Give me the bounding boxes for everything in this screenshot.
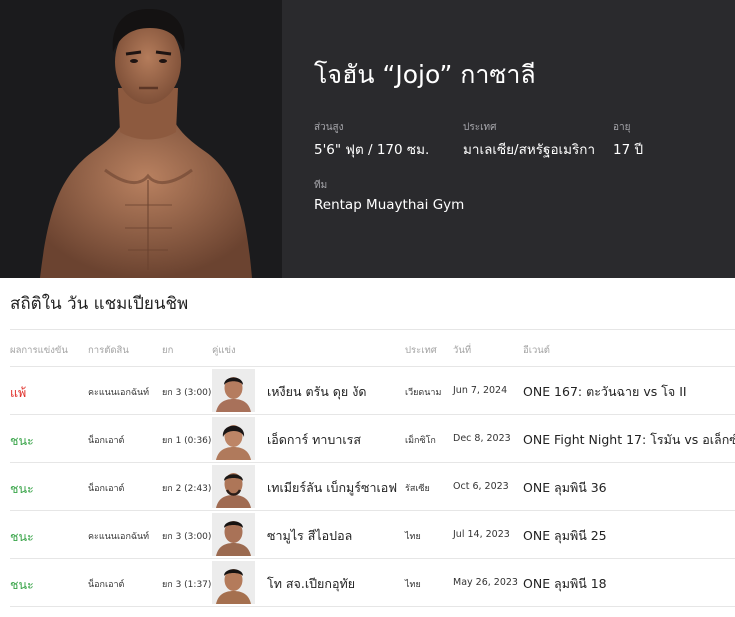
result-text: ชนะ <box>10 433 34 448</box>
method-text: น็อกเอาต์ <box>88 436 125 446</box>
event-link[interactable]: ONE Fight Night 17: โรมัน vs อเล็กซ์ <box>523 430 735 450</box>
method-text: คะแนนเอกฉันท์ <box>88 388 150 398</box>
round-text: ยก 3 (3:00) <box>162 388 212 398</box>
country-text: เม็กซิโก <box>405 436 436 446</box>
opponent-avatar[interactable] <box>212 417 255 460</box>
country-text: รัสเซีย <box>405 484 430 494</box>
result-text: ชนะ <box>10 529 34 544</box>
stats-title: สถิติใน วัน แชมเปียนชิพ <box>10 294 189 314</box>
fighter-hero: โจฮัน “Jojo” กาซาลี ส่วนสูง 5'6" ฟุต / 1… <box>0 0 735 278</box>
round-text: ยก 3 (3:00) <box>162 532 212 542</box>
table-row[interactable]: ชนะ น็อกเอาต์ ยก 3 (1:37) โท สจ.เปียกอุท… <box>0 559 735 607</box>
opponent-avatar[interactable] <box>212 513 255 556</box>
country-text: เวียดนาม <box>405 388 442 398</box>
date-text: May 26, 2023 <box>453 577 518 588</box>
method-text: น็อกเอาต์ <box>88 484 125 494</box>
opponent-name[interactable]: ซามูไร สีไอปอล <box>267 526 352 546</box>
method-text: น็อกเอาต์ <box>88 580 125 590</box>
fighter-name: โจฮัน “Jojo” กาซาลี <box>314 60 536 89</box>
result-text: แพ้ <box>10 385 27 400</box>
result-text: ชนะ <box>10 481 34 496</box>
country-text: ไทย <box>405 532 421 542</box>
date-text: Oct 6, 2023 <box>453 481 509 492</box>
opponent-name[interactable]: โท สจ.เปียกอุทัย <box>267 574 355 594</box>
opponent-name[interactable]: เหงียน ตรัน ดุย งัด <box>267 382 366 402</box>
team-label: ทีม <box>314 180 328 191</box>
opponent-avatar[interactable] <box>212 561 255 604</box>
height-label: ส่วนสูง <box>314 122 344 133</box>
country-text: ไทย <box>405 580 421 590</box>
age-label: อายุ <box>613 122 631 133</box>
opponent-avatar[interactable] <box>212 465 255 508</box>
team-value: Rentap Muaythai Gym <box>314 197 465 213</box>
height-value: 5'6" ฟุต / 170 ซม. <box>314 142 430 158</box>
date-text: Jun 7, 2024 <box>453 385 508 396</box>
header-result: ผลการแข่งขัน <box>10 345 68 356</box>
fighter-info-panel: โจฮัน “Jojo” กาซาลี ส่วนสูง 5'6" ฟุต / 1… <box>282 0 735 278</box>
table-row[interactable]: ชนะ คะแนนเอกฉันท์ ยก 3 (3:00) ซามูไร สีไ… <box>0 511 735 559</box>
result-text: ชนะ <box>10 577 34 592</box>
table-row[interactable]: แพ้ คะแนนเอกฉันท์ ยก 3 (3:00) เหงียน ตรั… <box>0 367 735 415</box>
header-round: ยก <box>162 345 174 356</box>
opponent-name[interactable]: เอ็ดการ์ ทาบาเรส <box>267 430 361 450</box>
event-link[interactable]: ONE 167: ตะวันฉาย vs โจ II <box>523 382 687 402</box>
round-text: ยก 3 (1:37) <box>162 580 212 590</box>
opponent-name[interactable]: เทเมียร์ลัน เบ็กมูร์ซาเอฟ <box>267 478 397 498</box>
header-country: ประเทศ <box>405 345 437 356</box>
opponent-avatar[interactable] <box>212 369 255 412</box>
event-link[interactable]: ONE ลุมพินี 25 <box>523 526 607 546</box>
divider <box>10 606 735 607</box>
country-value: มาเลเซีย/สหรัฐอเมริกา <box>463 142 596 158</box>
date-text: Jul 14, 2023 <box>453 529 510 540</box>
country-label: ประเทศ <box>463 122 497 133</box>
date-text: Dec 8, 2023 <box>453 433 511 444</box>
divider <box>10 329 735 330</box>
round-text: ยก 1 (0:36) <box>162 436 212 446</box>
table-row[interactable]: ชนะ น็อกเอาต์ ยก 1 (0:36) เอ็ดการ์ ทาบาเ… <box>0 415 735 463</box>
age-value: 17 ปี <box>613 142 644 158</box>
header-date: วันที่ <box>453 345 472 356</box>
header-method: การตัดสิน <box>88 345 129 356</box>
method-text: คะแนนเอกฉันท์ <box>88 532 150 542</box>
header-event: อีเวนต์ <box>523 345 550 356</box>
event-link[interactable]: ONE ลุมพินี 18 <box>523 574 607 594</box>
table-row[interactable]: ชนะ น็อกเอาต์ ยก 2 (2:43) เทเมียร์ลัน เบ… <box>0 463 735 511</box>
fighter-photo <box>0 0 282 278</box>
header-opponent: คู่แข่ง <box>212 345 236 356</box>
event-link[interactable]: ONE ลุมพินี 36 <box>523 478 607 498</box>
round-text: ยก 2 (2:43) <box>162 484 212 494</box>
